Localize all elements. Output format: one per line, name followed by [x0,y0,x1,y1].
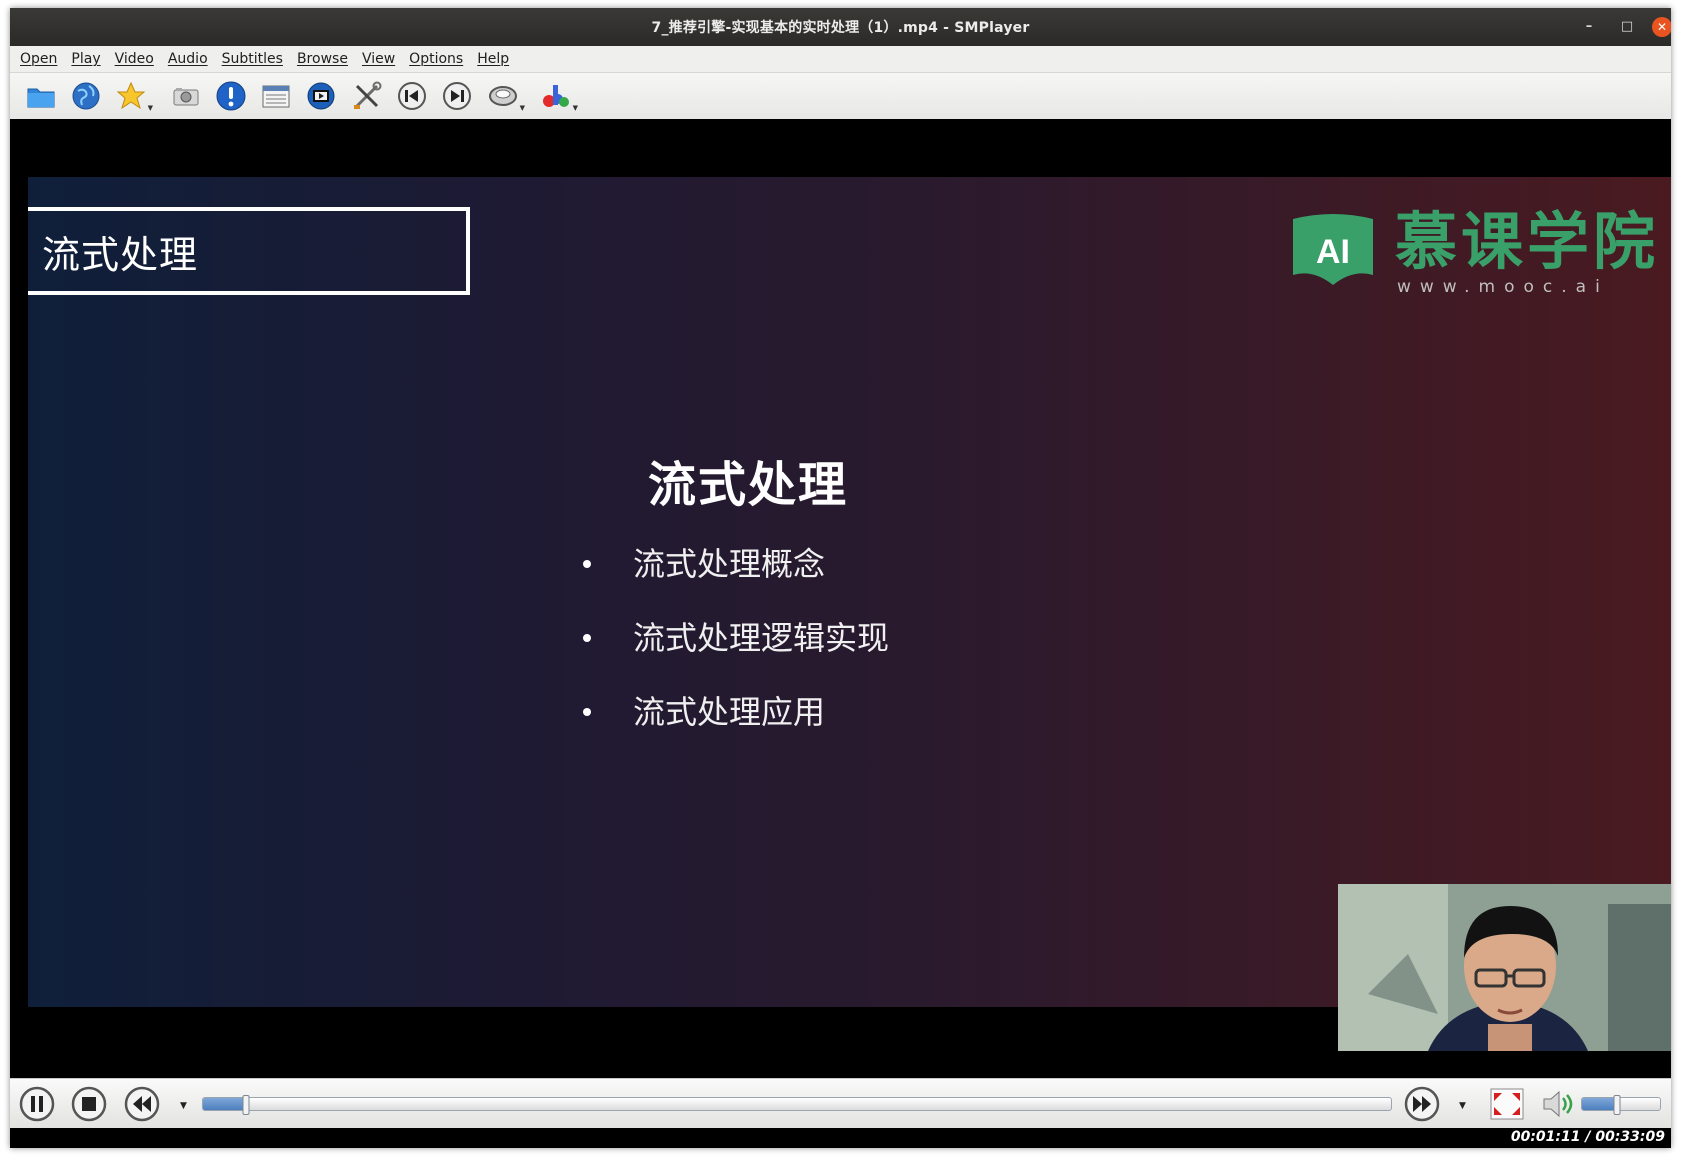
screenshot-button[interactable] [168,78,204,114]
audio-track-icon [489,86,517,106]
time-display: 00:01:11 / 00:33:09 [1510,1129,1665,1145]
window-title: 7_推荐引擎-实现基本的实时处理（1）.mp4 - SMPlayer [651,20,1030,36]
mooc-logo-badge: AI [1293,214,1373,285]
menu-options[interactable]: Options [409,49,463,69]
logo-badge-text: AI [1316,233,1350,271]
control-bar: ▼ ▼ [10,1078,1671,1129]
previous-button[interactable] [394,78,430,114]
slide-title: 流式处理 [648,457,849,513]
slide-bullet-list: 流式处理概念 流式处理逻辑实现 流式处理应用 [583,542,889,764]
minimize-button[interactable]: – [1579,17,1599,37]
stop-icon [71,1086,107,1122]
rewind-icon [124,1086,160,1122]
menu-view[interactable]: View [362,49,395,69]
subtitles-abc-icon [543,85,569,107]
slide-bullet: 流式处理应用 [583,690,889,764]
menu-help[interactable]: Help [477,49,509,69]
slide-bullet: 流式处理概念 [583,542,889,616]
slide-header: 流式处理 [42,232,199,277]
preferences-tools-icon [354,81,382,109]
menu-play[interactable]: Play [71,49,100,69]
mute-button[interactable] [1538,1085,1576,1123]
audio-track-button[interactable]: ▼ [485,78,525,114]
open-url-button[interactable] [68,78,104,114]
previous-icon [398,82,426,110]
rewind-button[interactable] [123,1085,161,1123]
open-folder-icon [27,88,55,108]
fullscreen-icon [1490,1088,1524,1120]
file-info-button[interactable] [213,78,249,114]
slide-header-box: 流式处理 [28,207,470,295]
menu-bar: Open Play Video Audio Subtitles Browse V… [10,46,1671,73]
logo-url: www.mooc.ai [1397,277,1609,297]
dropdown-arrow-icon: ▼ [572,104,578,112]
info-exclamation-icon [216,81,246,111]
mooc-logo: AI 慕课学院 www.mooc.ai [1285,207,1655,307]
playlist-button[interactable] [258,78,294,114]
next-button[interactable] [439,78,475,114]
dropdown-arrow-icon: ▼ [519,104,525,112]
forward-button[interactable] [1403,1085,1441,1123]
status-bar: 00:01:11 / 00:33:09 [10,1128,1671,1148]
volume-slider-handle[interactable] [1613,1095,1621,1115]
forward-icon [1404,1086,1440,1122]
logo-name: 慕课学院 [1395,205,1660,278]
speaker-volume-icon [1543,1090,1573,1118]
dropdown-arrow-icon: ▼ [147,104,153,112]
video-frame-slide: 流式处理 AI 慕课学院 www.mooc.ai 流式处理 流式处理概念 流式处… [28,177,1671,1007]
playlist-icon [262,85,290,108]
menu-open[interactable]: Open [20,49,57,69]
video-equalizer-icon [307,82,335,110]
screenshot-camera-icon [173,88,199,106]
maximize-button[interactable]: □ [1617,17,1637,37]
menu-browse[interactable]: Browse [297,49,348,69]
favorites-button[interactable]: ▼ [113,78,153,114]
stop-button[interactable] [70,1085,108,1123]
forward-dropdown-arrow-icon[interactable]: ▼ [1459,1101,1466,1111]
fullscreen-button[interactable] [1488,1085,1526,1123]
slide-bullet: 流式处理逻辑实现 [583,616,889,690]
subtitles-button[interactable]: ▼ [538,78,578,114]
next-icon [443,82,471,110]
title-bar[interactable]: 7_推荐引擎-实现基本的实时处理（1）.mp4 - SMPlayer – □ ✕ [10,8,1671,46]
seek-bar[interactable] [202,1095,1392,1115]
volume-slider-fill [1582,1098,1618,1110]
preferences-button[interactable] [349,78,385,114]
menu-audio[interactable]: Audio [168,49,208,69]
webcam-inset [1338,884,1671,1051]
menu-video[interactable]: Video [115,49,154,69]
volume-slider[interactable] [1581,1095,1661,1115]
seek-bar-fill [203,1098,246,1110]
seek-bar-handle[interactable] [242,1095,250,1115]
rewind-dropdown-arrow-icon[interactable]: ▼ [180,1101,187,1111]
favorites-star-icon [116,81,146,110]
presenter-webcam-image [1338,884,1671,1051]
toolbar: ▼ ▼ ▼ [10,73,1671,120]
smplayer-window: 7_推荐引擎-实现基本的实时处理（1）.mp4 - SMPlayer – □ ✕… [10,8,1671,1148]
video-equalizer-button[interactable] [303,78,339,114]
video-area[interactable]: 流式处理 AI 慕课学院 www.mooc.ai 流式处理 流式处理概念 流式处… [10,119,1671,1078]
globe-url-icon [72,82,100,110]
pause-button[interactable] [18,1085,56,1123]
pause-icon [19,1086,55,1122]
menu-subtitles[interactable]: Subtitles [222,49,283,69]
open-file-button[interactable] [23,78,59,114]
close-button[interactable]: ✕ [1652,17,1671,37]
